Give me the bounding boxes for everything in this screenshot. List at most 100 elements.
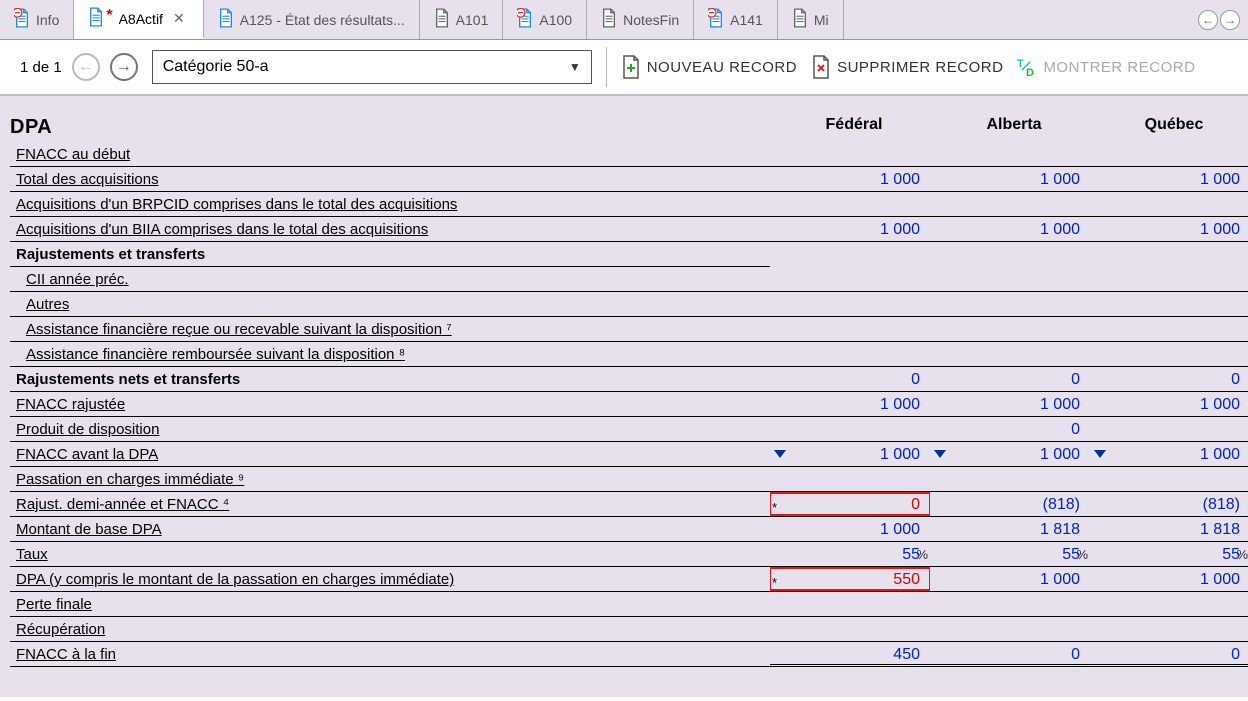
- row-label: Autres: [10, 292, 770, 317]
- value-cell[interactable]: 0: [1090, 367, 1248, 392]
- show-record-button[interactable]: T D MONTRER RECORD: [1017, 55, 1195, 79]
- row-label: Acquisitions d'un BIIA comprises dans le…: [10, 217, 770, 242]
- column-header: Fédéral: [770, 112, 930, 137]
- value-cell[interactable]: [1090, 617, 1248, 642]
- pager-text: 1 de 1: [20, 59, 62, 76]
- value-cell[interactable]: [1090, 292, 1248, 317]
- unit-suffix: %: [1076, 542, 1088, 567]
- value-cell[interactable]: 1 000: [770, 167, 930, 192]
- value-cell[interactable]: 1 000: [930, 167, 1090, 192]
- value-cell[interactable]: 1 000: [1090, 217, 1248, 242]
- value-cell[interactable]: 0: [930, 642, 1090, 667]
- value-cell[interactable]: 1 000: [1090, 567, 1248, 592]
- tab-label: A101: [456, 12, 489, 28]
- row-label: Rajustements et transferts: [10, 242, 770, 267]
- value-cell[interactable]: 55%: [1090, 542, 1248, 567]
- value-cell[interactable]: [930, 267, 1090, 292]
- tab-a101[interactable]: A101: [420, 0, 504, 39]
- value-cell[interactable]: [930, 142, 1090, 167]
- value-cell[interactable]: [930, 467, 1090, 492]
- value-cell[interactable]: [1090, 342, 1248, 367]
- value-cell[interactable]: [770, 142, 930, 167]
- value-cell[interactable]: 1 000: [770, 442, 930, 467]
- value-cell[interactable]: [930, 292, 1090, 317]
- value-cell[interactable]: 1 000: [770, 392, 930, 417]
- file-icon: [792, 8, 808, 31]
- value-cell[interactable]: 1 818: [930, 517, 1090, 542]
- value-cell[interactable]: *0: [770, 492, 930, 517]
- tab-a100[interactable]: A100: [503, 0, 587, 39]
- tab-info[interactable]: Info: [0, 0, 74, 39]
- value-cell[interactable]: [770, 417, 930, 442]
- value-cell[interactable]: 0: [1090, 642, 1248, 667]
- value-cell[interactable]: 1 000: [930, 567, 1090, 592]
- value-cell[interactable]: 1 000: [930, 217, 1090, 242]
- value-cell[interactable]: [770, 292, 930, 317]
- value-cell[interactable]: [1090, 317, 1248, 342]
- tabs-scroll-right-button[interactable]: →: [1220, 10, 1240, 30]
- pager-next-button[interactable]: →: [110, 53, 138, 81]
- value-cell[interactable]: 1 000: [930, 392, 1090, 417]
- value-cell[interactable]: 1 000: [770, 517, 930, 542]
- value-cell[interactable]: 0: [770, 367, 930, 392]
- value-cell[interactable]: 55%: [770, 542, 930, 567]
- value-cell[interactable]: (818): [1090, 492, 1248, 517]
- file-icon: [601, 8, 617, 31]
- toggle-icon: T D: [1017, 55, 1037, 79]
- tab-a141[interactable]: A141: [694, 0, 778, 39]
- new-record-button[interactable]: NOUVEAU RECORD: [621, 55, 797, 79]
- value-cell[interactable]: [1090, 267, 1248, 292]
- row-label: Rajustements nets et transferts: [10, 367, 770, 392]
- value-cell[interactable]: [770, 192, 930, 217]
- row-label: Acquisitions d'un BRPCID comprises dans …: [10, 192, 770, 217]
- pager-prev-button[interactable]: ←: [72, 53, 100, 81]
- delete-record-button[interactable]: SUPPRIMER RECORD: [811, 55, 1003, 79]
- value-cell[interactable]: 1 818: [1090, 517, 1248, 542]
- tab-label: A8Actif: [119, 11, 163, 27]
- tab-notesfin[interactable]: NotesFin: [587, 0, 694, 39]
- row-label: DPA (y compris le montant de la passatio…: [10, 567, 770, 592]
- value-cell[interactable]: 55%: [930, 542, 1090, 567]
- value-cell[interactable]: [770, 342, 930, 367]
- value-cell[interactable]: [930, 317, 1090, 342]
- value-cell[interactable]: *550: [770, 567, 930, 592]
- value-cell[interactable]: 1 000: [1090, 442, 1248, 467]
- value-cell[interactable]: [930, 342, 1090, 367]
- tab-close-button[interactable]: ✕: [169, 10, 189, 27]
- value-cell[interactable]: [1090, 417, 1248, 442]
- value-cell[interactable]: [930, 592, 1090, 617]
- value-cell[interactable]: [1090, 467, 1248, 492]
- value-cell[interactable]: [930, 617, 1090, 642]
- dpa-sheet: DPAFédéralAlbertaQuébecFNACC au débutTot…: [0, 96, 1248, 697]
- category-select-value: Catégorie 50-a: [163, 58, 269, 76]
- value-cell[interactable]: 1 000: [1090, 167, 1248, 192]
- value-cell[interactable]: (818): [930, 492, 1090, 517]
- tabs-scroll-left-button[interactable]: ←: [1198, 10, 1218, 30]
- value-cell[interactable]: [770, 267, 930, 292]
- value-cell[interactable]: 0: [930, 417, 1090, 442]
- category-select[interactable]: Catégorie 50-a ▼: [152, 50, 592, 84]
- file-icon: [708, 8, 724, 31]
- record-pager: 1 de 1 ← →: [20, 53, 138, 81]
- tab-label: A100: [539, 12, 572, 28]
- file-icon: [88, 7, 104, 30]
- value-cell[interactable]: 0: [930, 367, 1090, 392]
- tab-a8actif[interactable]: *A8Actif✕: [74, 0, 203, 39]
- row-label: FNACC à la fin: [10, 642, 770, 667]
- row-label: Assistance financière reçue ou recevable…: [10, 317, 770, 342]
- value-cell[interactable]: 1 000: [770, 217, 930, 242]
- value-cell[interactable]: [770, 467, 930, 492]
- value-cell[interactable]: [770, 617, 930, 642]
- value-cell[interactable]: [1090, 142, 1248, 167]
- value-cell[interactable]: [1090, 192, 1248, 217]
- value-cell[interactable]: [770, 592, 930, 617]
- toolbar: 1 de 1 ← → Catégorie 50-a ▼ NOUVEAU RECO…: [0, 40, 1248, 96]
- value-cell[interactable]: 450: [770, 642, 930, 667]
- value-cell[interactable]: [930, 192, 1090, 217]
- value-cell[interactable]: 1 000: [930, 442, 1090, 467]
- value-cell[interactable]: [1090, 592, 1248, 617]
- value-cell[interactable]: [770, 317, 930, 342]
- tab-a125-tat-des-r-sultats-[interactable]: A125 - État des résultats...: [204, 0, 420, 39]
- tab-mi[interactable]: Mi: [778, 0, 844, 39]
- value-cell[interactable]: 1 000: [1090, 392, 1248, 417]
